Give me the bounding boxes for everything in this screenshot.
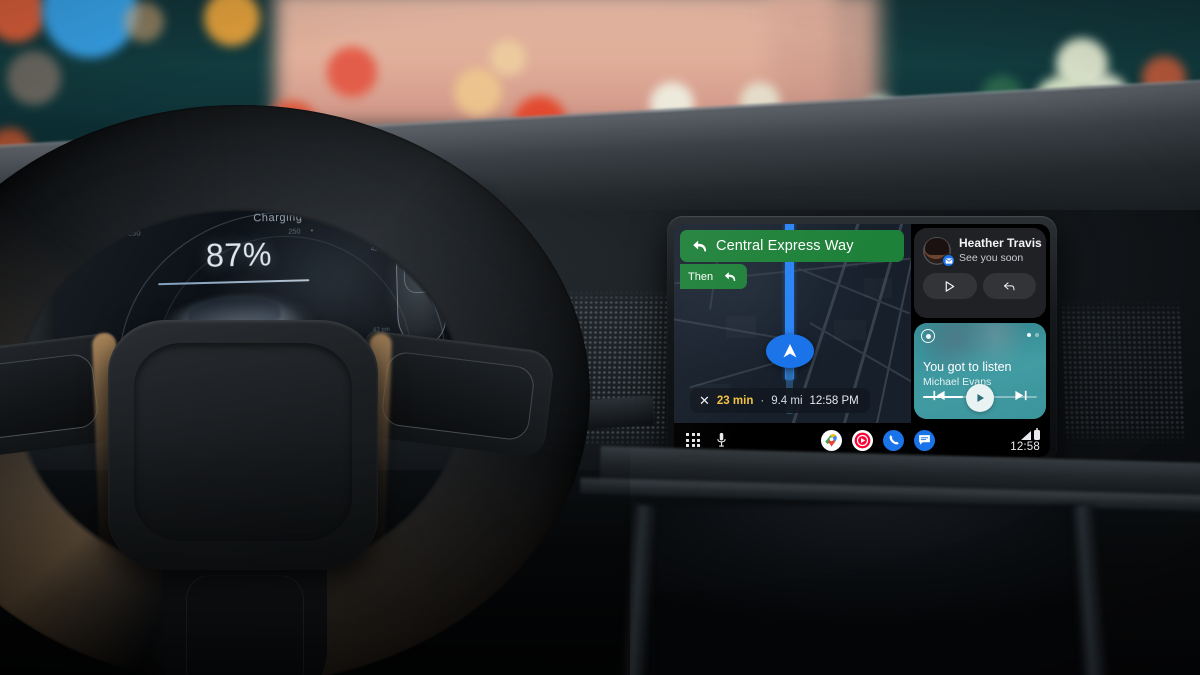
play-triangle-outline-icon (945, 280, 955, 292)
steering-wheel-hub-inner (134, 343, 352, 541)
eta-separator: · (760, 394, 765, 407)
reply-arrow-icon (1003, 281, 1015, 290)
center-display-bezel: Central Express Way Then ✕ 23 min · 9.4 … (667, 216, 1057, 464)
page-indicator-dots (1027, 333, 1039, 337)
skip-next-icon (1015, 390, 1027, 401)
eta-arrival-time: 12:58 PM (809, 394, 859, 407)
message-header: Heather Travis See you soon (923, 236, 1042, 267)
media-track-title: You got to listen (923, 360, 1012, 374)
map-block (726, 316, 756, 338)
center-console-well (655, 505, 1085, 675)
map-block (834, 320, 866, 340)
google-maps-icon (825, 433, 837, 447)
google-maps-app[interactable] (821, 429, 842, 451)
taskbar-status: 12:58 (976, 427, 1050, 453)
speaker-grille-right (1060, 300, 1186, 445)
youtube-music-icon (854, 432, 871, 448)
page-dot-active (1027, 333, 1031, 337)
current-position-marker (766, 334, 814, 368)
messages-icon (919, 435, 930, 445)
media-player-card[interactable]: You got to listen Michael Evans (914, 323, 1046, 419)
message-sender-name: Heather Travis (959, 236, 1042, 251)
map-pane[interactable]: Central Express Way Then ✕ 23 min · 9.4 … (674, 224, 911, 423)
page-dot-inactive (1035, 333, 1039, 337)
navigation-street-name: Central Express Way (716, 238, 854, 254)
youtube-music-app[interactable] (852, 429, 873, 451)
media-controls (914, 383, 1046, 413)
navigation-banner: Central Express Way (680, 230, 904, 262)
microphone-icon[interactable] (716, 432, 727, 448)
message-text-block: Heather Travis See you soon (959, 236, 1042, 265)
navigation-chevron-icon (783, 344, 797, 358)
previous-track-button[interactable] (932, 389, 947, 407)
next-track-button[interactable] (1013, 389, 1028, 407)
message-notification-card[interactable]: Heather Travis See you soon (914, 228, 1046, 318)
avatar (923, 237, 955, 267)
status-icons (976, 427, 1040, 440)
navigation-then-banner: Then (680, 264, 748, 289)
battery-icon (1034, 427, 1040, 440)
play-button[interactable] (965, 384, 994, 412)
map-block (864, 278, 892, 298)
messages-app[interactable] (914, 429, 935, 451)
bokeh-light (7, 51, 61, 105)
taskbar-left (674, 432, 780, 448)
bokeh-light (327, 47, 377, 97)
right-cards-column: Heather Travis See you soon You got to l… (911, 224, 1050, 423)
reply-message-button[interactable] (982, 273, 1036, 299)
android-auto-screen[interactable]: Central Express Way Then ✕ 23 min · 9.4 … (674, 224, 1050, 457)
phone-icon (889, 435, 899, 445)
play-icon (977, 394, 984, 402)
taskbar-apps (780, 429, 976, 451)
phone-app[interactable] (883, 429, 904, 451)
eta-bar[interactable]: ✕ 23 min · 9.4 mi 12:58 PM (690, 388, 870, 413)
messages-badge-icon (942, 254, 955, 267)
youtube-music-badge-icon (921, 329, 935, 343)
envelope-icon (945, 257, 952, 264)
steering-wheel-bottom-pad (186, 575, 304, 675)
bokeh-light (490, 40, 526, 76)
status-clock: 12:58 (1010, 440, 1040, 453)
avatar-hair (925, 238, 949, 255)
message-actions (923, 273, 1036, 299)
turn-left-arrow-icon (693, 240, 707, 252)
then-label: Then (688, 270, 714, 283)
steering-wheel (0, 105, 630, 675)
turn-left-arrow-icon (724, 272, 736, 281)
close-icon[interactable]: ✕ (699, 394, 710, 407)
play-message-button[interactable] (923, 273, 977, 299)
app-grid-icon[interactable] (686, 432, 701, 448)
message-preview-text: See you soon (959, 252, 1024, 265)
eta-distance: 9.4 mi (771, 394, 803, 407)
eta-duration: 23 min (716, 394, 754, 407)
skip-previous-icon (933, 390, 945, 401)
car-interior-scene: Charging 150 250 87% 42 cm 42 cm 44 cm (0, 0, 1200, 675)
cellular-signal-icon (1021, 430, 1031, 440)
bokeh-light (124, 2, 164, 42)
